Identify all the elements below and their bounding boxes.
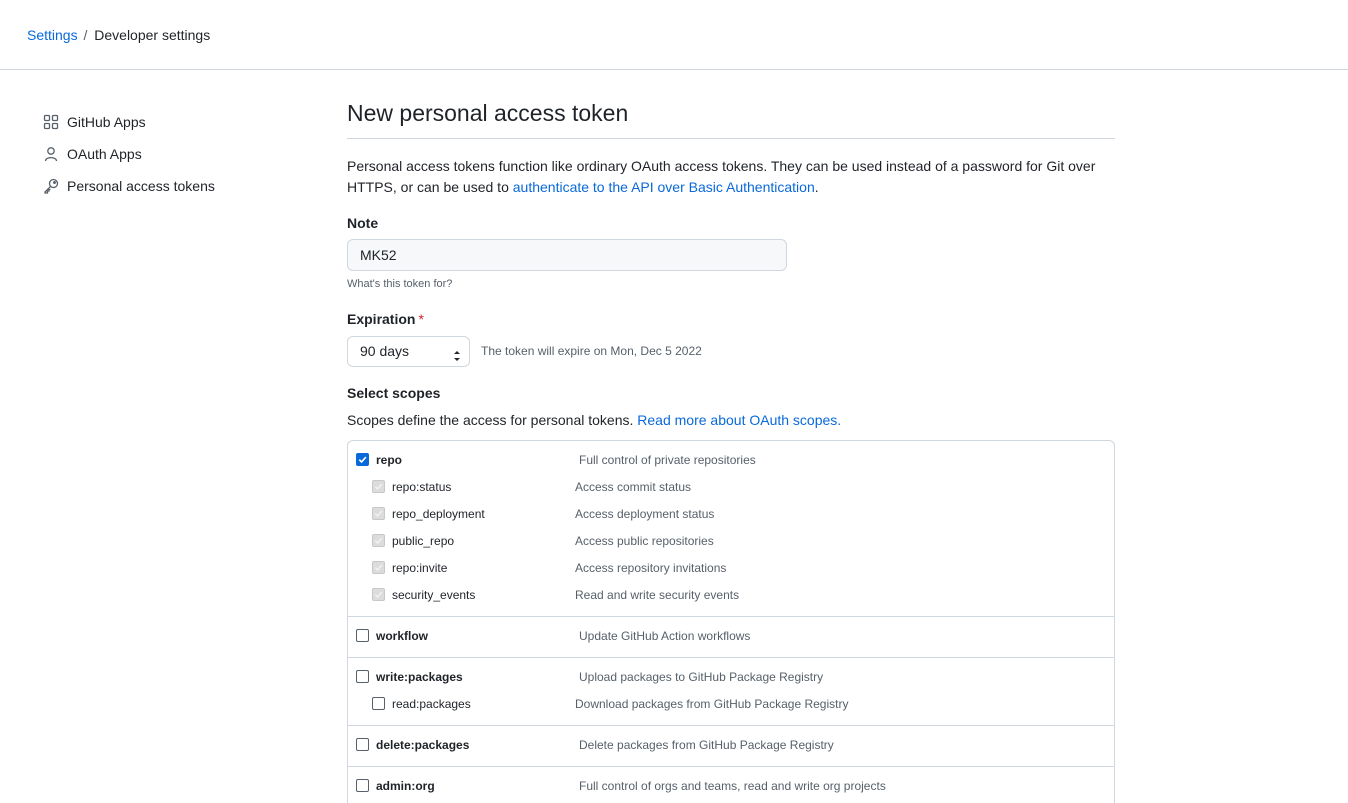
scope-row: workflow Update GitHub Action workflows (348, 624, 1114, 651)
scope-checkbox (372, 507, 385, 520)
oauth-scopes-link[interactable]: Read more about OAuth scopes. (637, 412, 841, 428)
breadcrumb-separator: / (83, 27, 88, 43)
expiration-label: Expiration * (347, 311, 424, 327)
scope-group-admin-org: admin:org Full control of orgs and teams,… (348, 767, 1114, 803)
scope-row: delete:packages Delete packages from GitH… (348, 733, 1114, 760)
scope-checkbox (372, 588, 385, 601)
scope-checkbox (372, 480, 385, 493)
scope-row: write:packages Upload packages to GitHub … (348, 665, 1114, 692)
scope-group-repo: repo Full control of private repositories… (348, 441, 1114, 617)
scopes-label: Select scopes (347, 385, 441, 401)
scope-description: Full control of private repositories (579, 453, 756, 467)
scope-name: write:packages (376, 670, 463, 684)
key-icon (42, 177, 60, 195)
scope-name: repo:status (392, 480, 452, 494)
sidebar-item-label: GitHub Apps (67, 114, 146, 130)
sidebar-item-label: OAuth Apps (67, 146, 142, 162)
scope-name: repo (376, 453, 403, 467)
scope-description: Access deployment status (575, 507, 715, 521)
basic-auth-link[interactable]: authenticate to the API over Basic Authe… (513, 179, 815, 195)
note-label: Note (347, 215, 379, 231)
scope-row: repo:invite Access repository invitations (348, 556, 1114, 583)
note-hint: What's this token for? (347, 278, 453, 290)
scope-row: admin:org Full control of orgs and teams,… (348, 774, 1114, 801)
required-mark: * (418, 311, 424, 327)
breadcrumb-settings-link[interactable]: Settings (27, 27, 78, 43)
sidebar-item-github-apps[interactable]: GitHub Apps (42, 106, 292, 138)
scope-description: Upload packages to GitHub Package Regist… (579, 670, 824, 684)
scope-row: public_repo Access public repositories (348, 529, 1114, 556)
scope-name: public_repo (392, 534, 455, 548)
breadcrumb: Settings / Developer settings (27, 27, 210, 43)
scopes-description: Scopes define the access for personal to… (347, 412, 842, 428)
scope-group-delete-packages: delete:packages Delete packages from GitH… (348, 726, 1114, 767)
scope-checkbox[interactable] (356, 453, 369, 466)
scope-checkbox (372, 534, 385, 547)
sidebar-item-label: Personal access tokens (67, 178, 215, 194)
page-title: New personal access token (347, 96, 1115, 139)
scope-checkbox[interactable] (356, 779, 369, 792)
scope-description: Delete packages from GitHub Package Regi… (579, 738, 834, 752)
select-arrows-icon (453, 344, 461, 361)
scope-name: repo_deployment (392, 507, 485, 521)
sidebar-item-personal-access-tokens[interactable]: Personal access tokens (42, 170, 292, 202)
scope-name: read:packages (392, 697, 471, 711)
scope-group-workflow: workflow Update GitHub Action workflows (348, 617, 1114, 658)
scope-description: Read and write security events (575, 588, 740, 602)
scope-description: Full control of orgs and teams, read and… (579, 779, 886, 793)
scope-name: delete:packages (376, 738, 470, 752)
scope-name: repo:invite (392, 561, 448, 575)
scope-checkbox (372, 561, 385, 574)
top-header: Settings / Developer settings (0, 0, 1348, 70)
scope-row: repo Full control of private repositories (348, 448, 1114, 475)
scope-checkbox[interactable] (356, 738, 369, 751)
scope-name: workflow (376, 629, 429, 643)
main-content: New personal access token Personal acces… (347, 96, 1115, 803)
scope-description: Access repository invitations (575, 561, 727, 575)
scope-name: security_events (392, 588, 476, 602)
scope-row: repo_deployment Access deployment status (348, 502, 1114, 529)
scope-description: Access public repositories (575, 534, 714, 548)
breadcrumb-current: Developer settings (94, 27, 211, 43)
scope-checkbox[interactable] (356, 670, 369, 683)
scope-checkbox[interactable] (372, 697, 385, 710)
expiration-note: The token will expire on Mon, Dec 5 2022 (481, 344, 702, 358)
expiration-selected-value: 90 days (360, 343, 410, 359)
scope-row: read:packages Download packages from GitH… (348, 692, 1114, 719)
scope-description: Update GitHub Action workflows (579, 629, 751, 643)
sidebar-item-oauth-apps[interactable]: OAuth Apps (42, 138, 292, 170)
scope-checkbox[interactable] (356, 629, 369, 642)
scopes-list: repo Full control of private repositories… (347, 440, 1115, 803)
note-input[interactable]: MK52 (347, 239, 787, 271)
scope-group-write-packages: write:packages Upload packages to GitHub … (348, 658, 1114, 726)
scope-description: Download packages from GitHub Package Re… (575, 697, 849, 711)
expiration-select[interactable]: 90 days (347, 336, 470, 367)
scope-row: repo:status Access commit status (348, 475, 1114, 502)
sidebar: GitHub Apps OAuth Apps Personal access t… (42, 106, 292, 202)
person-icon (42, 145, 60, 163)
scope-name: admin:org (376, 779, 435, 793)
scope-description: Access commit status (575, 480, 692, 494)
apps-grid-icon (42, 113, 60, 131)
intro-text: Personal access tokens function like ord… (347, 158, 1096, 195)
scope-row: security_events Read and write security e… (348, 583, 1114, 610)
